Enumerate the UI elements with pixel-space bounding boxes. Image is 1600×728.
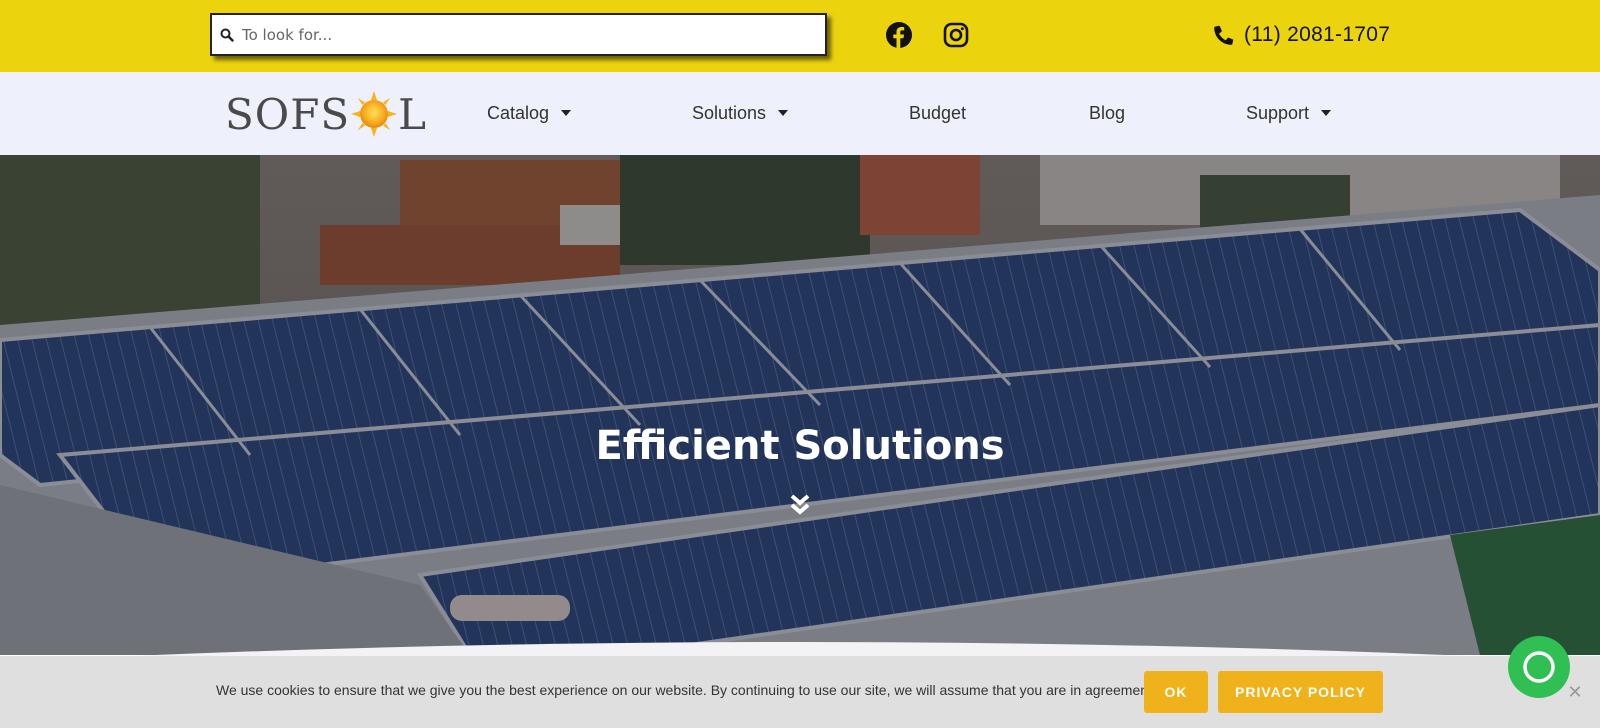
top-bar: (11) 2081-1707: [0, 0, 1600, 72]
search-input[interactable]: [242, 15, 825, 54]
facebook-link[interactable]: [884, 20, 914, 50]
phone-number: (11) 2081-1707: [1244, 23, 1391, 46]
caret-down-icon: [1321, 110, 1332, 116]
cookie-message: We use cookies to ensure that we give yo…: [216, 682, 1156, 698]
hero-overlay: [0, 155, 1600, 655]
hero-title: Efficient Solutions: [595, 423, 1005, 469]
logo-text-end: L: [398, 89, 428, 139]
nav-catalog[interactable]: Catalog: [487, 100, 572, 126]
instagram-icon: [943, 22, 969, 48]
nav-budget[interactable]: Budget: [909, 100, 966, 126]
nav-blog-label: Blog: [1089, 102, 1126, 123]
nav-catalog-label: Catalog: [487, 102, 550, 123]
search-icon: [212, 28, 242, 42]
privacy-policy-button[interactable]: PRIVACY POLICY: [1218, 671, 1383, 713]
nav-support[interactable]: Support: [1246, 100, 1332, 126]
search-box[interactable]: [210, 13, 827, 56]
instagram-link[interactable]: [941, 20, 971, 50]
nav-budget-label: Budget: [909, 102, 967, 123]
site-logo[interactable]: SOFS L: [225, 86, 427, 142]
nav-support-label: Support: [1246, 102, 1310, 123]
hero-banner: Efficient Solutions: [0, 155, 1600, 655]
cookie-notice: We use cookies to ensure that we give yo…: [0, 656, 1600, 728]
double-chevron-down-icon[interactable]: [789, 493, 811, 517]
cookie-ok-button[interactable]: OK: [1144, 671, 1208, 713]
facebook-icon: [886, 22, 912, 48]
nav-solutions[interactable]: Solutions: [692, 100, 789, 126]
nav-solutions-label: Solutions: [692, 102, 767, 123]
caret-down-icon: [561, 110, 572, 116]
nav-blog[interactable]: Blog: [1089, 100, 1125, 126]
phone-icon: [1214, 25, 1234, 45]
phone-contact[interactable]: (11) 2081-1707: [1214, 18, 1390, 52]
main-navigation: SOFS L Catalog Solutions Budget Blog Sup…: [0, 72, 1600, 155]
whatsapp-icon: [1523, 651, 1555, 683]
whatsapp-button[interactable]: [1508, 636, 1570, 698]
sun-icon: [351, 91, 398, 137]
caret-down-icon: [778, 110, 789, 116]
logo-text-start: SOFS: [225, 89, 351, 139]
